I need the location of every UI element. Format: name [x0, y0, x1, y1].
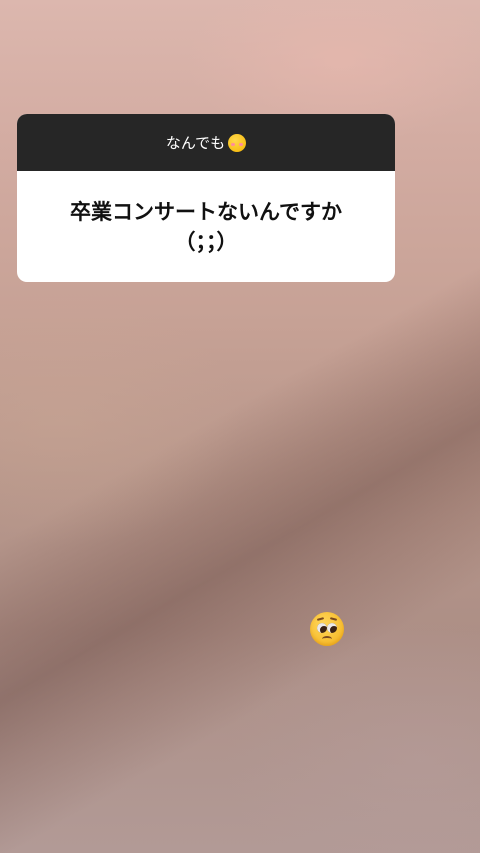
question-sticker-header: なんでも [17, 114, 395, 171]
kissing-face-icon [228, 133, 247, 152]
answer-text-line-1: 卒業コンサートないんですか [70, 199, 342, 224]
emoji-eye-right [327, 623, 337, 633]
question-prompt-text: なんでも [165, 134, 226, 152]
pleading-face-icon[interactable] [310, 612, 344, 646]
emoji-eye-left [317, 623, 327, 633]
emoji-brow-left [316, 617, 325, 621]
question-sticker[interactable]: なんでも 卒業コンサートないんですか （；；） [17, 114, 395, 282]
answer-text-line-2: （；；） [174, 229, 238, 254]
emoji-mouth [322, 636, 332, 642]
question-answer: 卒業コンサートないんですか （；；） [17, 171, 395, 282]
emoji-brow-right [329, 617, 338, 621]
